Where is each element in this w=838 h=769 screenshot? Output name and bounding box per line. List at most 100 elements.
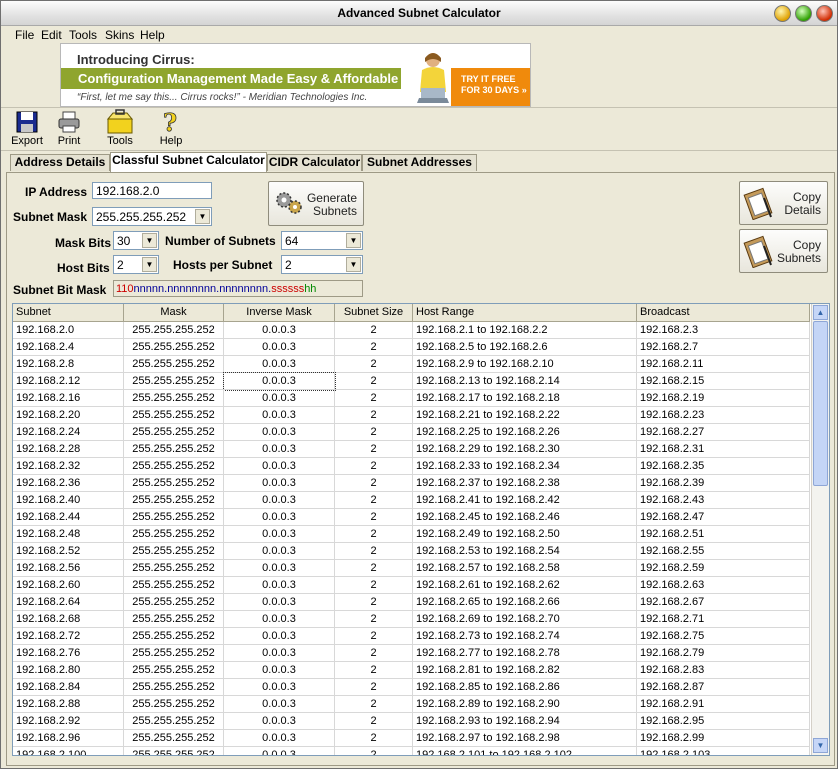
- cell-inverse-mask[interactable]: 0.0.0.3: [224, 475, 335, 492]
- cell-broadcast[interactable]: 192.168.2.27: [637, 424, 810, 441]
- cell-broadcast[interactable]: 192.168.2.19: [637, 390, 810, 407]
- cell-subnet-size[interactable]: 2: [335, 407, 413, 424]
- table-row[interactable]: 192.168.2.52 255.255.255.252 0.0.0.3 2 192.1…: [13, 543, 810, 560]
- cell-subnet[interactable]: 192.168.2.92: [13, 713, 124, 730]
- cell-mask[interactable]: 255.255.255.252: [124, 543, 224, 560]
- header-host-range[interactable]: Host Range: [413, 304, 637, 321]
- mask-bits-select[interactable]: 30 ▼: [113, 231, 159, 250]
- cell-host-range[interactable]: 192.168.2.9 to 192.168.2.10: [413, 356, 637, 373]
- cell-subnet[interactable]: 192.168.2.64: [13, 594, 124, 611]
- header-inverse-mask[interactable]: Inverse Mask: [224, 304, 335, 321]
- table-row[interactable]: 192.168.2.4 255.255.255.252 0.0.0.3 2 192.16…: [13, 339, 810, 356]
- table-row[interactable]: 192.168.2.56 255.255.255.252 0.0.0.3 2 192.1…: [13, 560, 810, 577]
- cell-subnet-size[interactable]: 2: [335, 475, 413, 492]
- cell-host-range[interactable]: 192.168.2.33 to 192.168.2.34: [413, 458, 637, 475]
- cell-broadcast[interactable]: 192.168.2.39: [637, 475, 810, 492]
- cell-subnet[interactable]: 192.168.2.0: [13, 322, 124, 339]
- cell-broadcast[interactable]: 192.168.2.51: [637, 526, 810, 543]
- cell-subnet-size[interactable]: 2: [335, 560, 413, 577]
- menu-skins[interactable]: Skins: [105, 28, 134, 42]
- header-subnet[interactable]: Subnet: [13, 304, 124, 321]
- cell-inverse-mask[interactable]: 0.0.0.3: [224, 339, 335, 356]
- scroll-thumb[interactable]: [813, 321, 828, 486]
- menu-edit[interactable]: Edit: [41, 28, 62, 42]
- cell-subnet-size[interactable]: 2: [335, 611, 413, 628]
- cell-host-range[interactable]: 192.168.2.69 to 192.168.2.70: [413, 611, 637, 628]
- cell-subnet[interactable]: 192.168.2.68: [13, 611, 124, 628]
- cell-mask[interactable]: 255.255.255.252: [124, 645, 224, 662]
- cell-inverse-mask[interactable]: 0.0.0.3: [224, 458, 335, 475]
- hosts-per-subnet-select[interactable]: 2 ▼: [281, 255, 363, 274]
- header-broadcast[interactable]: Broadcast: [637, 304, 810, 321]
- cell-subnet-size[interactable]: 2: [335, 747, 413, 755]
- menu-tools[interactable]: Tools: [69, 28, 97, 42]
- cell-broadcast[interactable]: 192.168.2.55: [637, 543, 810, 560]
- cell-mask[interactable]: 255.255.255.252: [124, 577, 224, 594]
- cell-inverse-mask[interactable]: 0.0.0.3: [224, 628, 335, 645]
- cell-inverse-mask[interactable]: 0.0.0.3: [224, 356, 335, 373]
- cell-subnet-size[interactable]: 2: [335, 322, 413, 339]
- cell-host-range[interactable]: 192.168.2.21 to 192.168.2.22: [413, 407, 637, 424]
- cell-mask[interactable]: 255.255.255.252: [124, 475, 224, 492]
- cell-mask[interactable]: 255.255.255.252: [124, 373, 224, 390]
- tab-address-details[interactable]: Address Details: [10, 154, 110, 171]
- cell-host-range[interactable]: 192.168.2.29 to 192.168.2.30: [413, 441, 637, 458]
- cell-inverse-mask[interactable]: 0.0.0.3: [224, 611, 335, 628]
- cell-mask[interactable]: 255.255.255.252: [124, 662, 224, 679]
- cell-mask[interactable]: 255.255.255.252: [124, 356, 224, 373]
- table-row[interactable]: 192.168.2.96 255.255.255.252 0.0.0.3 2 192.1…: [13, 730, 810, 747]
- cell-subnet-size[interactable]: 2: [335, 594, 413, 611]
- cell-broadcast[interactable]: 192.168.2.15: [637, 373, 810, 390]
- cell-broadcast[interactable]: 192.168.2.83: [637, 662, 810, 679]
- cell-subnet-size[interactable]: 2: [335, 662, 413, 679]
- cell-subnet[interactable]: 192.168.2.36: [13, 475, 124, 492]
- cell-subnet[interactable]: 192.168.2.84: [13, 679, 124, 696]
- cell-subnet[interactable]: 192.168.2.8: [13, 356, 124, 373]
- cell-inverse-mask[interactable]: 0.0.0.3: [223, 372, 336, 391]
- cell-subnet-size[interactable]: 2: [335, 424, 413, 441]
- maximize-button[interactable]: [795, 5, 812, 22]
- cell-broadcast[interactable]: 192.168.2.71: [637, 611, 810, 628]
- table-row[interactable]: 192.168.2.44 255.255.255.252 0.0.0.3 2 192.1…: [13, 509, 810, 526]
- cell-mask[interactable]: 255.255.255.252: [124, 628, 224, 645]
- cell-inverse-mask[interactable]: 0.0.0.3: [224, 662, 335, 679]
- table-row[interactable]: 192.168.2.88 255.255.255.252 0.0.0.3 2 192.1…: [13, 696, 810, 713]
- table-row[interactable]: 192.168.2.8 255.255.255.252 0.0.0.3 2 192.16…: [13, 356, 810, 373]
- cell-broadcast[interactable]: 192.168.2.99: [637, 730, 810, 747]
- cell-inverse-mask[interactable]: 0.0.0.3: [224, 322, 335, 339]
- cell-subnet-size[interactable]: 2: [335, 645, 413, 662]
- cell-broadcast[interactable]: 192.168.2.43: [637, 492, 810, 509]
- cell-mask[interactable]: 255.255.255.252: [124, 713, 224, 730]
- cell-mask[interactable]: 255.255.255.252: [124, 526, 224, 543]
- cell-mask[interactable]: 255.255.255.252: [124, 424, 224, 441]
- minimize-button[interactable]: [774, 5, 791, 22]
- cell-subnet[interactable]: 192.168.2.40: [13, 492, 124, 509]
- cell-inverse-mask[interactable]: 0.0.0.3: [224, 594, 335, 611]
- cell-subnet-size[interactable]: 2: [335, 373, 413, 390]
- cell-broadcast[interactable]: 192.168.2.31: [637, 441, 810, 458]
- table-row[interactable]: 192.168.2.32 255.255.255.252 0.0.0.3 2 192.1…: [13, 458, 810, 475]
- table-row[interactable]: 192.168.2.48 255.255.255.252 0.0.0.3 2 192.1…: [13, 526, 810, 543]
- cell-host-range[interactable]: 192.168.2.73 to 192.168.2.74: [413, 628, 637, 645]
- ad-banner[interactable]: Introducing Cirrus: Configuration Manage…: [60, 43, 531, 107]
- cell-subnet[interactable]: 192.168.2.20: [13, 407, 124, 424]
- cell-subnet-size[interactable]: 2: [335, 509, 413, 526]
- table-row[interactable]: 192.168.2.16 255.255.255.252 0.0.0.3 2 192.1…: [13, 390, 810, 407]
- cell-inverse-mask[interactable]: 0.0.0.3: [224, 526, 335, 543]
- table-row[interactable]: 192.168.2.80 255.255.255.252 0.0.0.3 2 192.1…: [13, 662, 810, 679]
- cell-host-range[interactable]: 192.168.2.57 to 192.168.2.58: [413, 560, 637, 577]
- scroll-down-icon[interactable]: ▼: [813, 738, 828, 753]
- cell-host-range[interactable]: 192.168.2.77 to 192.168.2.78: [413, 645, 637, 662]
- cell-subnet-size[interactable]: 2: [335, 730, 413, 747]
- cell-subnet-size[interactable]: 2: [335, 628, 413, 645]
- cell-subnet-size[interactable]: 2: [335, 441, 413, 458]
- cell-mask[interactable]: 255.255.255.252: [124, 407, 224, 424]
- cell-mask[interactable]: 255.255.255.252: [124, 560, 224, 577]
- cell-mask[interactable]: 255.255.255.252: [124, 747, 224, 755]
- cell-broadcast[interactable]: 192.168.2.7: [637, 339, 810, 356]
- cell-inverse-mask[interactable]: 0.0.0.3: [224, 730, 335, 747]
- table-row[interactable]: 192.168.2.0 255.255.255.252 0.0.0.3 2 192.16…: [13, 322, 810, 339]
- cell-subnet-size[interactable]: 2: [335, 713, 413, 730]
- cell-host-range[interactable]: 192.168.2.61 to 192.168.2.62: [413, 577, 637, 594]
- ip-address-input[interactable]: 192.168.2.0: [92, 182, 212, 199]
